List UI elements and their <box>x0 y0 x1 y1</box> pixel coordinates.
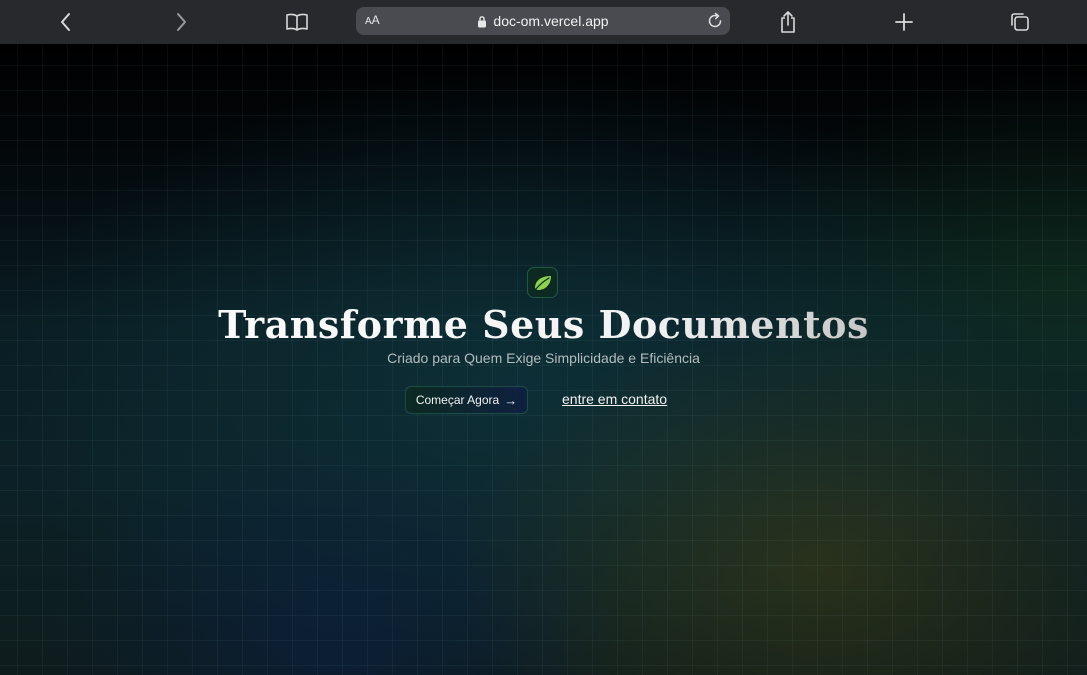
book-icon[interactable] <box>280 8 314 36</box>
text-size-button[interactable]: AA <box>365 13 380 27</box>
share-icon[interactable] <box>771 8 805 36</box>
contact-link[interactable]: entre em contato <box>562 391 667 407</box>
plus-icon[interactable] <box>887 8 921 36</box>
tabs-icon[interactable] <box>1003 8 1037 36</box>
chevron-left-icon[interactable] <box>49 8 83 36</box>
browser-toolbar: AA doc-om.vercel.app <box>0 0 1087 44</box>
lock-icon <box>477 15 487 28</box>
address-bar[interactable]: AA doc-om.vercel.app <box>356 7 730 35</box>
chevron-right-icon[interactable] <box>164 8 198 36</box>
page-title: Transforme Seus Documentos <box>0 302 1087 347</box>
page-subtitle: Criado para Quem Exige Simplicidade e Ef… <box>387 350 700 366</box>
start-now-button[interactable]: Começar Agora → <box>405 386 528 414</box>
hero-section: Transforme Seus Documentos Criado para Q… <box>0 44 1087 675</box>
leaf-icon <box>527 267 558 298</box>
reload-icon[interactable] <box>706 12 724 33</box>
arrow-right-icon: → <box>504 392 518 408</box>
url-text: doc-om.vercel.app <box>493 13 609 29</box>
start-now-label: Começar Agora <box>415 393 500 407</box>
